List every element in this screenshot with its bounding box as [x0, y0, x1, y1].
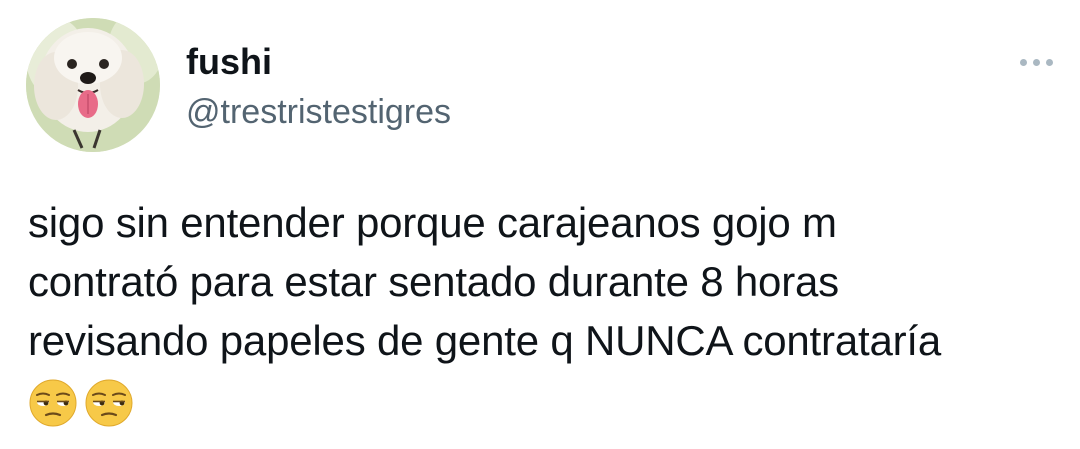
- unamused-face-icon: [85, 379, 133, 427]
- tweet-text-line: revisando papeles de gente q NUNCA contr…: [28, 317, 942, 364]
- display-name[interactable]: fushi: [186, 42, 272, 82]
- more-dots-icon: [1045, 58, 1053, 66]
- tweet-text-line: contrató para estar sentado durante 8 ho…: [28, 258, 839, 305]
- tweet-card: fushi @trestristestigres sigo sin entend…: [0, 0, 1080, 449]
- user-handle[interactable]: @trestristestigres: [186, 92, 451, 132]
- more-dots-icon: [1032, 58, 1040, 66]
- tweet-text-line: sigo sin entender porque carajeanos gojo…: [28, 199, 837, 246]
- more-options-button[interactable]: [1010, 48, 1062, 76]
- more-dots-icon: [1019, 58, 1027, 66]
- avatar[interactable]: [26, 18, 160, 152]
- tweet-text: sigo sin entender porque carajeanos gojo…: [28, 193, 1058, 370]
- emoji-row: [28, 378, 134, 428]
- unamused-face-icon: [29, 379, 77, 427]
- avatar-dog-image: [26, 18, 160, 152]
